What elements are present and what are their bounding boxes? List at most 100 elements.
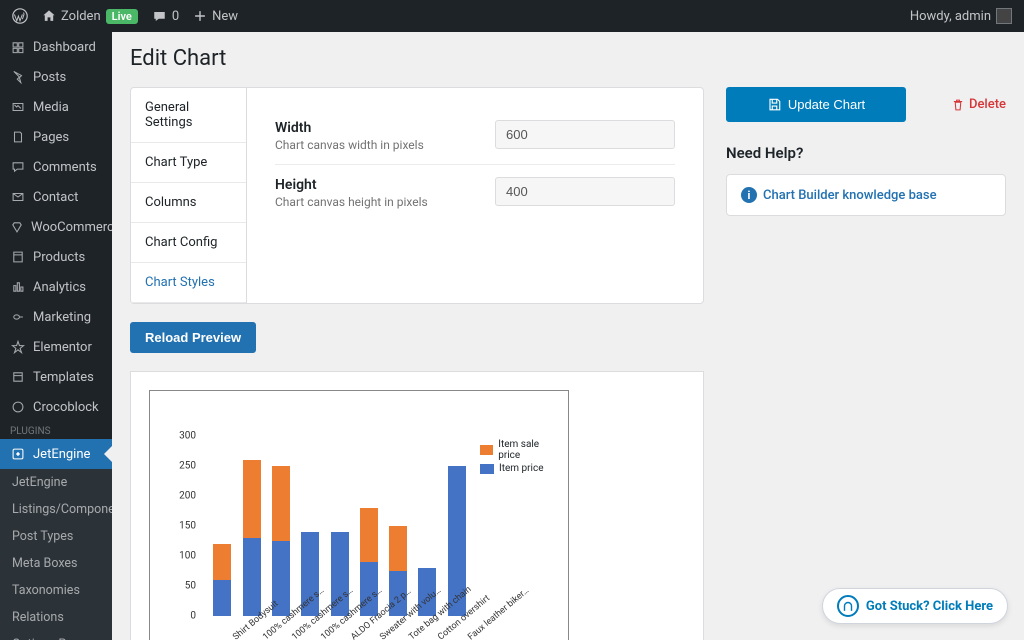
sidebar-item-media[interactable]: Media	[0, 92, 112, 122]
sidebar-label: Templates	[33, 370, 94, 385]
submenu-item-listings-components[interactable]: Listings/Components	[0, 496, 112, 523]
site-link[interactable]: Zolden Live	[42, 9, 138, 24]
sidebar-label: Contact	[33, 190, 78, 205]
tab-chart-config[interactable]: Chart Config	[131, 223, 246, 263]
chart-legend: Item sale priceItem price	[480, 439, 560, 476]
submenu-item-post-types[interactable]: Post Types	[0, 523, 112, 550]
bar-item-sale-price	[243, 460, 261, 538]
menu-icon	[10, 309, 26, 325]
sidebar-label: Media	[33, 100, 69, 115]
tab-columns[interactable]: Columns	[131, 183, 246, 223]
bar-group	[272, 466, 290, 616]
menu-icon	[10, 39, 26, 55]
sidebar-label: Analytics	[33, 280, 86, 295]
admin-bar: Zolden Live 0 New Howdy, admin	[0, 0, 1024, 32]
sidebar-label: WooCommerce	[31, 220, 112, 235]
sidebar-item-dashboard[interactable]: Dashboard	[0, 32, 112, 62]
menu-icon	[10, 99, 26, 115]
plus-icon	[193, 9, 207, 23]
menu-icon	[10, 189, 26, 205]
help-link-text: Chart Builder knowledge base	[763, 188, 937, 203]
width-input[interactable]	[495, 120, 675, 149]
sidebar-label: Comments	[33, 160, 97, 175]
wp-logo[interactable]	[12, 8, 28, 24]
new-link[interactable]: New	[193, 9, 238, 24]
tab-chart-type[interactable]: Chart Type	[131, 143, 246, 183]
height-input[interactable]	[495, 177, 675, 206]
headset-icon	[837, 595, 859, 617]
menu-icon	[10, 369, 26, 385]
legend-swatch	[480, 464, 494, 474]
home-icon	[42, 9, 56, 23]
comments-link[interactable]: 0	[152, 9, 179, 24]
submenu-item-jetengine[interactable]: JetEngine	[0, 469, 112, 496]
howdy-link[interactable]: Howdy, admin	[910, 8, 1012, 24]
page-title: Edit Chart	[130, 46, 1006, 71]
sidebar-label: Pages	[33, 130, 69, 145]
submenu-item-meta-boxes[interactable]: Meta Boxes	[0, 550, 112, 577]
got-stuck-widget[interactable]: Got Stuck? Click Here	[822, 588, 1008, 624]
bar-item-sale-price	[272, 466, 290, 541]
help-box: i Chart Builder knowledge base	[726, 174, 1006, 216]
bar-item-sale-price	[389, 526, 407, 571]
sidebar-item-contact[interactable]: Contact	[0, 182, 112, 212]
delete-label: Delete	[969, 97, 1006, 112]
tab-chart-styles[interactable]: Chart Styles	[131, 263, 246, 303]
sidebar-label: Elementor	[33, 340, 92, 355]
sidebar-item-marketing[interactable]: Marketing	[0, 302, 112, 332]
bar-item-price	[213, 580, 231, 616]
info-icon: i	[741, 187, 757, 203]
bar-item-sale-price	[213, 544, 231, 580]
sidebar-item-woocommerce[interactable]: WooCommerce	[0, 212, 112, 242]
field-height: Height Chart canvas height in pixels	[275, 165, 675, 221]
update-chart-button[interactable]: Update Chart	[726, 87, 906, 122]
sidebar-item-comments[interactable]: Comments	[0, 152, 112, 182]
y-tick-label: 250	[172, 461, 196, 472]
help-title: Need Help?	[726, 144, 1006, 162]
comments-count: 0	[172, 9, 179, 24]
chart-preview-box: Item sale priceItem price 05010015020025…	[130, 371, 704, 640]
bar-group	[213, 544, 231, 616]
legend-entry: Item sale price	[480, 439, 560, 461]
height-hint: Chart canvas height in pixels	[275, 195, 428, 209]
avatar	[996, 8, 1012, 24]
help-link[interactable]: i Chart Builder knowledge base	[741, 187, 991, 203]
jetengine-icon	[10, 446, 26, 462]
bar-group	[243, 460, 261, 616]
y-tick-label: 150	[172, 521, 196, 532]
submenu-item-taxonomies[interactable]: Taxonomies	[0, 577, 112, 604]
new-label: New	[212, 9, 238, 24]
sidebar-item-templates[interactable]: Templates	[0, 362, 112, 392]
reload-preview-button[interactable]: Reload Preview	[130, 322, 256, 353]
bar-item-price	[243, 538, 261, 616]
chart-canvas: Item sale priceItem price 05010015020025…	[149, 390, 569, 640]
sidebar-item-products[interactable]: Products	[0, 242, 112, 272]
trash-icon	[951, 98, 965, 112]
field-width: Width Chart canvas width in pixels	[275, 108, 675, 165]
howdy-text: Howdy, admin	[910, 9, 991, 24]
menu-icon	[10, 129, 26, 145]
submenu-item-relations[interactable]: Relations	[0, 604, 112, 631]
menu-icon	[10, 399, 26, 415]
sidebar-item-elementor[interactable]: Elementor	[0, 332, 112, 362]
comment-icon	[152, 9, 167, 24]
y-tick-label: 0	[172, 611, 196, 622]
bar-item-sale-price	[360, 508, 378, 562]
sidebar-label: JetEngine	[33, 447, 90, 462]
sidebar-item-pages[interactable]: Pages	[0, 122, 112, 152]
menu-icon	[10, 159, 26, 175]
main-content: Edit Chart General SettingsChart TypeCol…	[112, 32, 1024, 640]
sidebar-item-posts[interactable]: Posts	[0, 62, 112, 92]
tab-general-settings[interactable]: General Settings	[131, 88, 246, 143]
delete-link[interactable]: Delete	[951, 97, 1006, 112]
sidebar-item-crocoblock[interactable]: Crocoblock	[0, 392, 112, 422]
sidebar-label: Crocoblock	[33, 400, 99, 415]
sidebar-item-analytics[interactable]: Analytics	[0, 272, 112, 302]
submenu-item-options-pages[interactable]: Options Pages	[0, 631, 112, 640]
sidebar-item-jetengine[interactable]: JetEngine	[0, 439, 112, 469]
legend-swatch	[480, 445, 493, 455]
height-label: Height	[275, 177, 428, 193]
sidebar-label: Posts	[33, 70, 66, 85]
settings-panel: General SettingsChart TypeColumnsChart C…	[130, 87, 704, 304]
y-tick-label: 100	[172, 551, 196, 562]
